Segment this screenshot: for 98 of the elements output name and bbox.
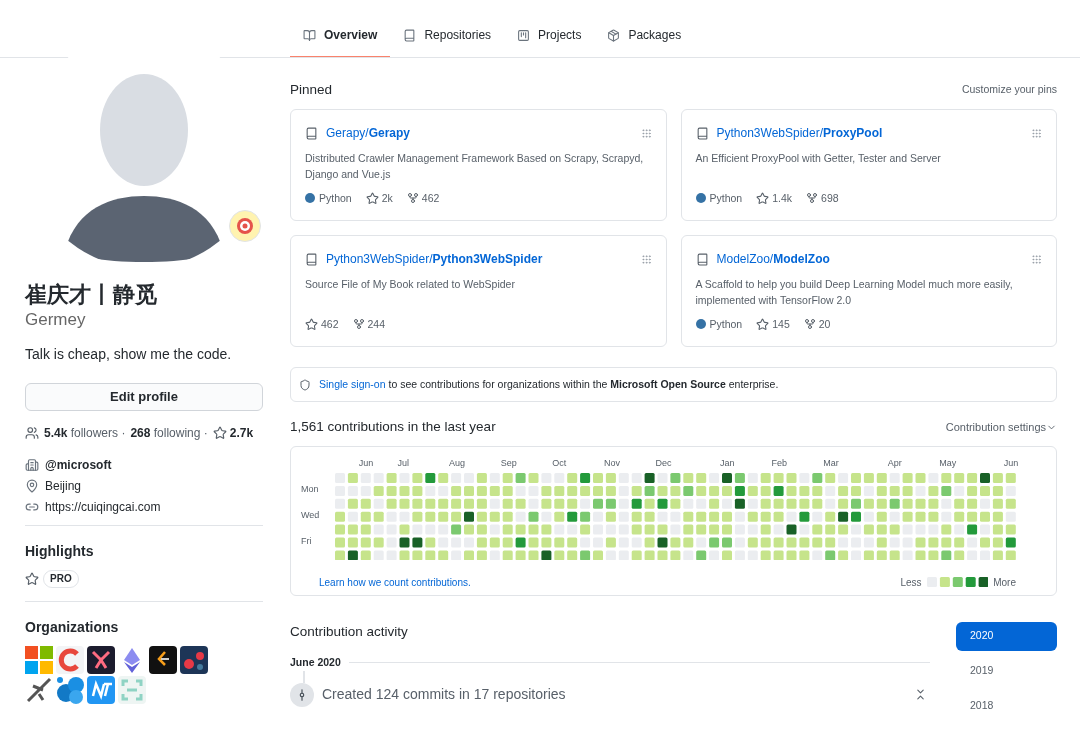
language-text: Python <box>709 190 743 206</box>
profile-name: 崔庆才丨静觅 <box>25 281 158 309</box>
followers-link[interactable]: 5.4k followers · <box>44 424 126 442</box>
repo-icon <box>305 252 318 266</box>
weekday-label: Mon <box>301 483 319 497</box>
location-text: Beijing <box>45 477 82 495</box>
month-label: Nov <box>603 456 620 470</box>
legend-more-label: More <box>993 575 1016 590</box>
year-filter-button[interactable]: 2020 <box>956 621 1057 651</box>
star-icon <box>212 426 227 440</box>
target-icon <box>236 217 254 235</box>
drag-handle-icon[interactable] <box>1031 253 1042 265</box>
activity-month: June 2020 <box>290 654 341 670</box>
status-emoji-button[interactable] <box>229 210 261 242</box>
contributions-heading: 1,561 contributions in the last year <box>290 418 496 437</box>
month-label: Feb <box>771 456 788 470</box>
building-icon <box>25 457 39 472</box>
people-icon <box>25 426 39 440</box>
drag-handle-icon[interactable] <box>1031 127 1042 139</box>
star-icon <box>756 191 770 205</box>
contribution-legend-drawing <box>926 577 989 587</box>
activity-event-text: Created 124 commits in 17 repositories <box>322 685 566 704</box>
following-link[interactable]: 268 following · <box>130 424 208 442</box>
activity-heading: Contribution activity <box>290 622 409 641</box>
org-logo-icon[interactable] <box>149 646 177 674</box>
customize-pins-link[interactable]: Customize your pins <box>961 82 1057 98</box>
year-filter-button[interactable]: 2019 <box>956 656 1057 686</box>
fork-count[interactable]: 20 <box>818 316 831 333</box>
month-label: Mar <box>823 456 839 470</box>
repo-description: Distributed Crawler Management Framework Based on Scrapy, Scrapyd, Django and Vue.js <box>305 151 645 183</box>
nav-tab[interactable]: Packages <box>594 14 695 58</box>
package-icon <box>607 28 621 42</box>
month-label: Apr <box>887 456 902 470</box>
star-count[interactable]: 2k <box>381 190 393 207</box>
nav-tab[interactable]: Repositories <box>390 14 505 58</box>
highlights-heading: Highlights <box>25 542 95 561</box>
drag-handle-icon[interactable] <box>640 253 652 265</box>
language-text: Python <box>709 316 743 332</box>
organizations-heading: Organizations <box>25 618 120 637</box>
organization-text[interactable]: @microsoft <box>45 455 112 474</box>
star-icon <box>305 317 318 331</box>
learn-contributions-link[interactable]: Learn how we count contributions. <box>319 574 471 590</box>
repo-icon <box>305 126 318 140</box>
year-filter-button[interactable]: 2018 <box>956 691 1057 721</box>
pinned-heading: Pinned <box>290 81 333 99</box>
month-label: Jul <box>397 456 409 470</box>
fork-icon <box>803 318 816 331</box>
repo-icon <box>695 126 709 140</box>
expand-icon[interactable] <box>914 688 927 701</box>
repo-icon <box>695 252 709 266</box>
repo-link[interactable]: ModelZoo/ModelZoo <box>716 250 830 269</box>
month-label: Jan <box>720 456 735 470</box>
month-label: Dec <box>655 456 672 470</box>
weekday-label: Fri <box>301 535 312 548</box>
star-count[interactable]: 145 <box>772 316 790 333</box>
fork-icon <box>352 318 365 331</box>
legend-less-label: Less <box>900 575 922 590</box>
repo-icon <box>403 28 417 42</box>
website-link[interactable]: https://cuiqingcai.com <box>45 497 161 516</box>
project-board-icon <box>517 28 531 42</box>
star-icon <box>25 572 39 586</box>
repo-link[interactable]: Python3WebSpider/ProxyPool <box>716 124 883 143</box>
month-label: Aug <box>449 456 466 470</box>
month-label: Jun <box>358 456 374 470</box>
month-label: Oct <box>552 456 567 470</box>
edit-profile-button[interactable]: Edit profile <box>25 383 263 411</box>
stars-link[interactable]: 2.7k <box>229 424 254 442</box>
book-icon <box>303 28 316 42</box>
month-label: Sep <box>500 456 517 470</box>
nav-tab[interactable]: Projects <box>504 14 595 58</box>
fork-count[interactable]: 244 <box>367 316 386 333</box>
contribution-settings-dropdown[interactable]: Contribution settings <box>945 419 1057 436</box>
shield-icon <box>299 378 311 391</box>
repo-description: An Efficient ProxyPool with Getter, Tester and Server <box>695 151 942 167</box>
profile-username: Germey <box>25 309 87 331</box>
fork-count[interactable]: 698 <box>821 190 839 207</box>
star-icon <box>756 317 770 331</box>
month-label: Jun <box>1003 456 1019 470</box>
repo-link[interactable]: Gerapy/Gerapy <box>326 124 411 143</box>
repo-description: Source File of My Book related to WebSpider <box>305 277 516 293</box>
star-count[interactable]: 462 <box>321 316 339 333</box>
language-text: Python <box>319 190 352 206</box>
star-count[interactable]: 1.4k <box>772 190 793 207</box>
profile-bio: Talk is cheap, show me the code. <box>25 345 233 364</box>
month-label: May <box>939 456 957 470</box>
repo-description: A Scaffold to help you build Deep Learning Model much more easily, implemented with TensorFlow 2.0 <box>695 277 1014 309</box>
fork-icon <box>406 192 419 205</box>
fork-icon <box>806 192 819 205</box>
nav-tab[interactable]: Overview <box>290 14 391 58</box>
repo-link[interactable]: Python3WebSpider/Python3WebSpider <box>326 250 543 269</box>
drag-handle-icon[interactable] <box>640 127 652 139</box>
sso-message: Single sign-on to see contributions for organizations within the Microsoft Open Source enterprise. <box>319 376 779 392</box>
fork-count[interactable]: 462 <box>421 190 440 207</box>
weekday-label: Wed <box>301 509 320 523</box>
single-sign-on-link[interactable]: Single sign-on <box>319 377 386 390</box>
org-logo-icon[interactable] <box>87 646 115 674</box>
location-pin-icon <box>25 478 39 493</box>
star-icon <box>365 191 379 205</box>
